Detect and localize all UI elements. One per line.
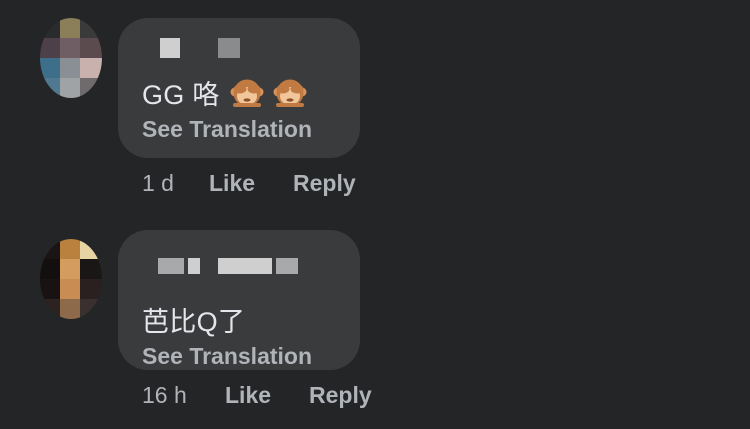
author-name-redacted[interactable] bbox=[276, 258, 298, 274]
comment-text: 芭比Q了 bbox=[142, 300, 245, 339]
author-name-redacted[interactable] bbox=[218, 258, 272, 274]
reply-button[interactable]: Reply bbox=[293, 170, 356, 197]
author-name-redacted[interactable] bbox=[188, 258, 200, 274]
see-translation-link[interactable]: See Translation bbox=[142, 343, 312, 370]
avatar[interactable] bbox=[40, 239, 102, 319]
comment-bubble: 芭比Q了 See Translation bbox=[118, 230, 360, 370]
comment-2: 芭比Q了 See Translation 16 h Like Reply bbox=[0, 215, 750, 429]
comment-bubble: GG 咯 See Translation bbox=[118, 18, 360, 158]
comment-actions: 1 d Like Reply bbox=[142, 170, 356, 197]
author-name-redacted[interactable] bbox=[160, 38, 180, 58]
author-name-redacted[interactable] bbox=[158, 258, 184, 274]
comment-1: GG 咯 See Translation 1 d Like Reply bbox=[0, 0, 750, 215]
comment-time: 1 d bbox=[142, 170, 174, 196]
comment-text: GG 咯 bbox=[142, 73, 307, 112]
comment-actions: 16 h Like Reply bbox=[142, 382, 372, 409]
see-no-evil-monkey-icon bbox=[230, 76, 264, 110]
like-button[interactable]: Like bbox=[225, 382, 309, 409]
avatar[interactable] bbox=[40, 18, 102, 98]
author-name-redacted[interactable] bbox=[218, 38, 240, 58]
like-button[interactable]: Like bbox=[209, 170, 293, 197]
comment-text-content: 芭比Q了 bbox=[142, 307, 246, 337]
reply-button[interactable]: Reply bbox=[309, 382, 372, 409]
see-translation-link[interactable]: See Translation bbox=[142, 116, 312, 143]
comment-text-content: GG 咯 bbox=[142, 80, 220, 110]
comment-time: 16 h bbox=[142, 382, 187, 408]
see-no-evil-monkey-icon bbox=[273, 76, 307, 110]
